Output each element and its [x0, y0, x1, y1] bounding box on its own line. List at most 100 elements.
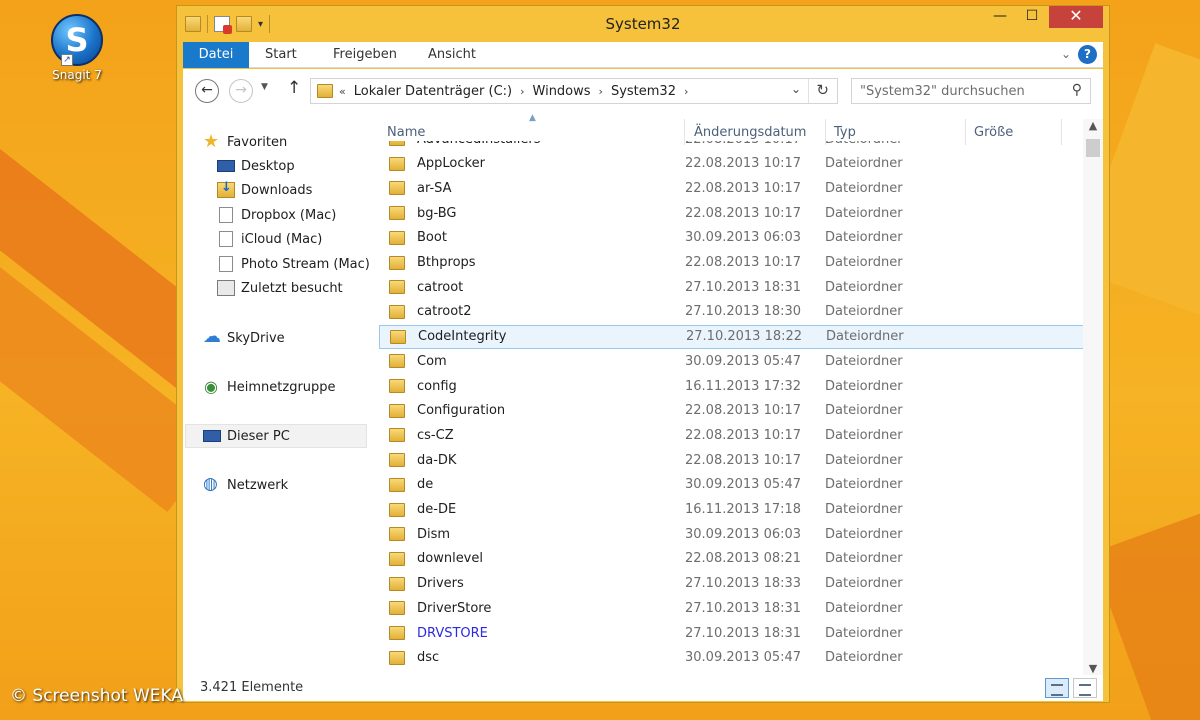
recent-locations-icon[interactable]: ▼ [261, 82, 268, 92]
column-size[interactable]: Größe [974, 125, 1013, 140]
tab-start[interactable]: Start [251, 42, 311, 68]
search-icon[interactable]: ⚲ [1072, 82, 1082, 98]
nav-dropbox[interactable]: Dropbox (Mac) [217, 204, 336, 226]
file-type: Dateiordner [825, 378, 903, 394]
nav-icloud[interactable]: iCloud (Mac) [217, 228, 322, 250]
nav-downloads[interactable]: Downloads [217, 179, 312, 201]
table-row[interactable]: Com 30.09.2013 05:47 Dateiordner [379, 349, 1083, 373]
table-row[interactable]: Boot 30.09.2013 06:03 Dateiordner [379, 226, 1083, 250]
nav-recent-places[interactable]: Zuletzt besucht [217, 277, 343, 299]
nav-homegroup[interactable]: Heimnetzgruppe [203, 376, 336, 398]
breadcrumb-windows[interactable]: Windows [533, 84, 591, 99]
address-bar[interactable]: « Lokaler Datenträger (C:) › Windows › S… [310, 78, 838, 104]
scroll-up-icon[interactable]: ▲ [1083, 119, 1103, 132]
file-type: Dateiordner [825, 650, 903, 666]
details-view-button[interactable] [1045, 678, 1069, 698]
column-date[interactable]: Änderungsdatum [694, 125, 806, 140]
table-row[interactable]: da-DK 22.08.2013 10:17 Dateiordner [379, 448, 1083, 472]
tab-freigeben[interactable]: Freigeben [319, 42, 411, 68]
file-type: Dateiordner [825, 576, 903, 592]
nav-network[interactable]: Netzwerk [203, 474, 288, 496]
file-name: de [417, 477, 434, 493]
breadcrumb-drive[interactable]: Lokaler Datenträger (C:) [354, 84, 512, 99]
vertical-scrollbar[interactable]: ▲ ▼ [1083, 119, 1103, 675]
scroll-thumb[interactable] [1086, 139, 1100, 157]
column-type[interactable]: Typ [834, 125, 856, 140]
file-type: Dateiordner [825, 304, 903, 320]
file-rows: AdvancedInstallers22.08.2013 10:17Dateio… [379, 141, 1083, 675]
breadcrumb-chevron-icon[interactable]: › [599, 85, 603, 98]
file-date: 27.10.2013 18:33 [685, 576, 802, 592]
table-row[interactable]: CodeIntegrity 27.10.2013 18:22 Dateiordner [379, 324, 1083, 349]
nav-desktop[interactable]: Desktop [217, 155, 295, 177]
file-date: 30.09.2013 05:47 [685, 477, 802, 493]
folder-icon [389, 280, 405, 295]
file-date: 30.09.2013 06:03 [685, 526, 802, 542]
tab-datei[interactable]: Datei [183, 42, 249, 68]
help-icon[interactable]: ? [1078, 45, 1097, 64]
table-row[interactable]: AppLocker 22.08.2013 10:17 Dateiordner [379, 152, 1083, 176]
file-date: 27.10.2013 18:22 [686, 329, 803, 345]
table-row[interactable]: dsc 30.09.2013 05:47 Dateiordner [379, 646, 1083, 670]
close-button[interactable]: ✕ [1049, 6, 1103, 28]
folder-icon [389, 379, 405, 393]
file-name: DriverStore [417, 600, 492, 616]
table-row[interactable]: de-DE 16.11.2013 17:18 Dateiordner [379, 498, 1083, 522]
refresh-icon[interactable]: ↻ [816, 81, 829, 99]
breadcrumb-chevron-icon[interactable]: › [520, 85, 524, 98]
forward-button[interactable]: → [229, 79, 253, 103]
table-row[interactable]: Drivers 27.10.2013 18:33 Dateiordner [379, 572, 1083, 596]
nav-favorites[interactable]: Favoriten [203, 131, 287, 153]
table-row[interactable]: bg-BG 22.08.2013 10:17 Dateiordner [379, 201, 1083, 225]
file-name: Configuration [417, 403, 506, 419]
file-type: Dateiordner [825, 180, 903, 196]
breadcrumb-chevron-icon[interactable]: › [684, 85, 688, 98]
table-row[interactable]: ar-SA 22.08.2013 10:17 Dateiordner [379, 176, 1083, 200]
file-date: 27.10.2013 18:30 [685, 304, 802, 320]
title-bar[interactable]: ▾ System32 — ☐ ✕ [177, 6, 1109, 42]
table-row[interactable]: cs-CZ 22.08.2013 10:17 Dateiordner [379, 423, 1083, 447]
nav-label: iCloud (Mac) [241, 231, 323, 247]
back-button[interactable]: ← [195, 79, 219, 103]
desktop-shortcut-label: Snagit 7 [52, 68, 102, 82]
table-row[interactable]: de 30.09.2013 05:47 Dateiordner [379, 473, 1083, 497]
table-row[interactable]: catroot 27.10.2013 18:31 Dateiordner [379, 275, 1083, 299]
file-type: Dateiordner [825, 156, 903, 172]
folder-icon [389, 141, 405, 146]
table-row[interactable]: catroot2 27.10.2013 18:30 Dateiordner [379, 300, 1083, 324]
column-name[interactable]: Name [387, 125, 425, 140]
nav-skydrive[interactable]: SkyDrive [203, 326, 285, 349]
breadcrumb-system32[interactable]: System32 [611, 84, 676, 99]
network-icon [203, 474, 221, 494]
file-date: 22.08.2013 10:17 [685, 205, 802, 221]
maximize-button[interactable]: ☐ [1017, 6, 1047, 28]
file-name: downlevel [417, 551, 483, 567]
address-dropdown-icon[interactable]: ⌄ [791, 82, 801, 96]
folder-icon [389, 626, 405, 640]
scroll-down-icon[interactable]: ▼ [1083, 662, 1103, 675]
up-button[interactable]: ↑ [287, 78, 301, 98]
search-input[interactable]: "System32" durchsuchen ⚲ [851, 78, 1091, 104]
nav-photo-stream[interactable]: Photo Stream (Mac) [217, 253, 370, 275]
table-row[interactable]: Bthprops 22.08.2013 10:17 Dateiordner [379, 251, 1083, 275]
watermark: © Screenshot WEKA [10, 686, 183, 706]
table-row[interactable]: DRVSTORE 27.10.2013 18:31 Dateiordner [379, 621, 1083, 645]
breadcrumb-overflow[interactable]: « [339, 85, 346, 98]
tab-ansicht[interactable]: Ansicht [414, 42, 490, 68]
table-row[interactable]: DriverStore 27.10.2013 18:31 Dateiordner [379, 596, 1083, 620]
nav-label: Heimnetzgruppe [227, 379, 336, 395]
table-row[interactable]: config 16.11.2013 17:32 Dateiordner [379, 374, 1083, 398]
table-row[interactable]: downlevel 22.08.2013 08:21 Dateiordner [379, 547, 1083, 571]
minimize-button[interactable]: — [985, 6, 1015, 28]
table-row[interactable]: Dism 30.09.2013 06:03 Dateiordner [379, 522, 1083, 546]
folder-icon [389, 650, 405, 665]
expand-ribbon-icon[interactable]: ⌄ [1061, 47, 1071, 61]
table-row[interactable]: Configuration 22.08.2013 10:17 Dateiordner [379, 399, 1083, 423]
desktop-shortcut-snagit[interactable]: ↗ Snagit 7 [40, 14, 114, 82]
large-icons-view-button[interactable] [1073, 678, 1097, 698]
table-row[interactable]: AdvancedInstallers22.08.2013 10:17 Dateio… [379, 141, 1083, 151]
folder-icon [389, 453, 405, 468]
file-date: 22.08.2013 10:17 [685, 180, 802, 196]
nav-this-pc[interactable]: Dieser PC [203, 425, 290, 447]
nav-label: Zuletzt besucht [241, 280, 343, 296]
